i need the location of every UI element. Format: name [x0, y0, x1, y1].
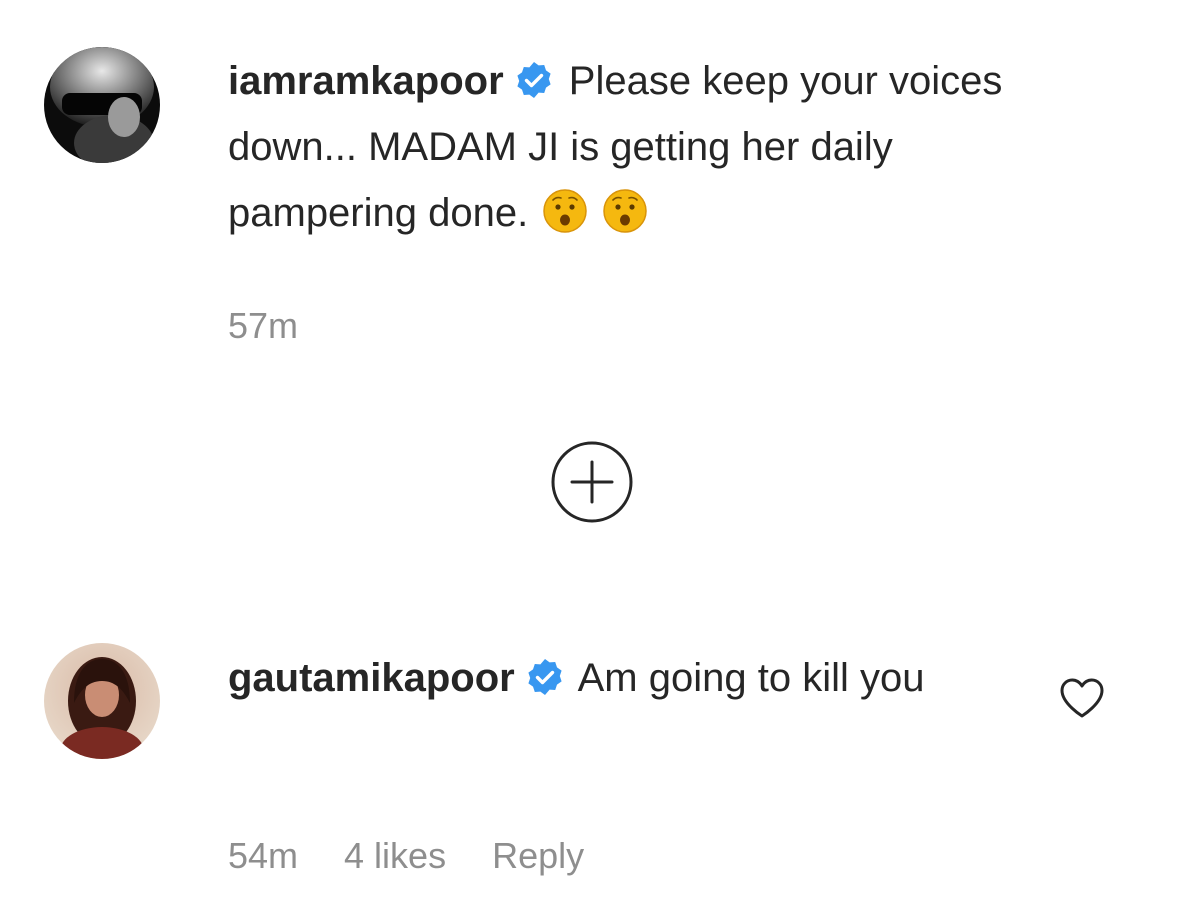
load-more-comments-button[interactable] — [550, 440, 634, 524]
comment-timestamp[interactable]: 54m — [228, 835, 298, 877]
comment-meta: 57m — [228, 305, 298, 347]
avatar-image — [44, 47, 160, 163]
comment-username[interactable]: gautamikapoor — [228, 656, 515, 700]
hushed-face-emoji — [542, 188, 588, 234]
heart-icon — [1060, 678, 1104, 718]
avatar[interactable] — [44, 47, 160, 163]
comment-timestamp[interactable]: 57m — [228, 305, 298, 347]
avatar[interactable] — [44, 643, 160, 759]
verified-badge-icon — [514, 60, 554, 100]
plus-circle-icon — [551, 441, 633, 523]
avatar-image — [44, 643, 160, 759]
verified-badge-icon — [525, 657, 565, 697]
reply-button[interactable]: Reply — [492, 835, 584, 877]
comment-meta: 54m 4 likes Reply — [228, 835, 584, 877]
comment-text-block: iamramkapoor Please keep your voices dow… — [228, 48, 1038, 246]
comment-text-block: gautamikapoor Am going to kill you — [228, 645, 1038, 711]
comment-text: Am going to kill you — [577, 656, 925, 700]
comment-username[interactable]: iamramkapoor — [228, 59, 504, 103]
comment-likes-count[interactable]: 4 likes — [344, 835, 446, 877]
like-comment-button[interactable] — [1058, 676, 1106, 720]
hushed-face-emoji — [602, 188, 648, 234]
